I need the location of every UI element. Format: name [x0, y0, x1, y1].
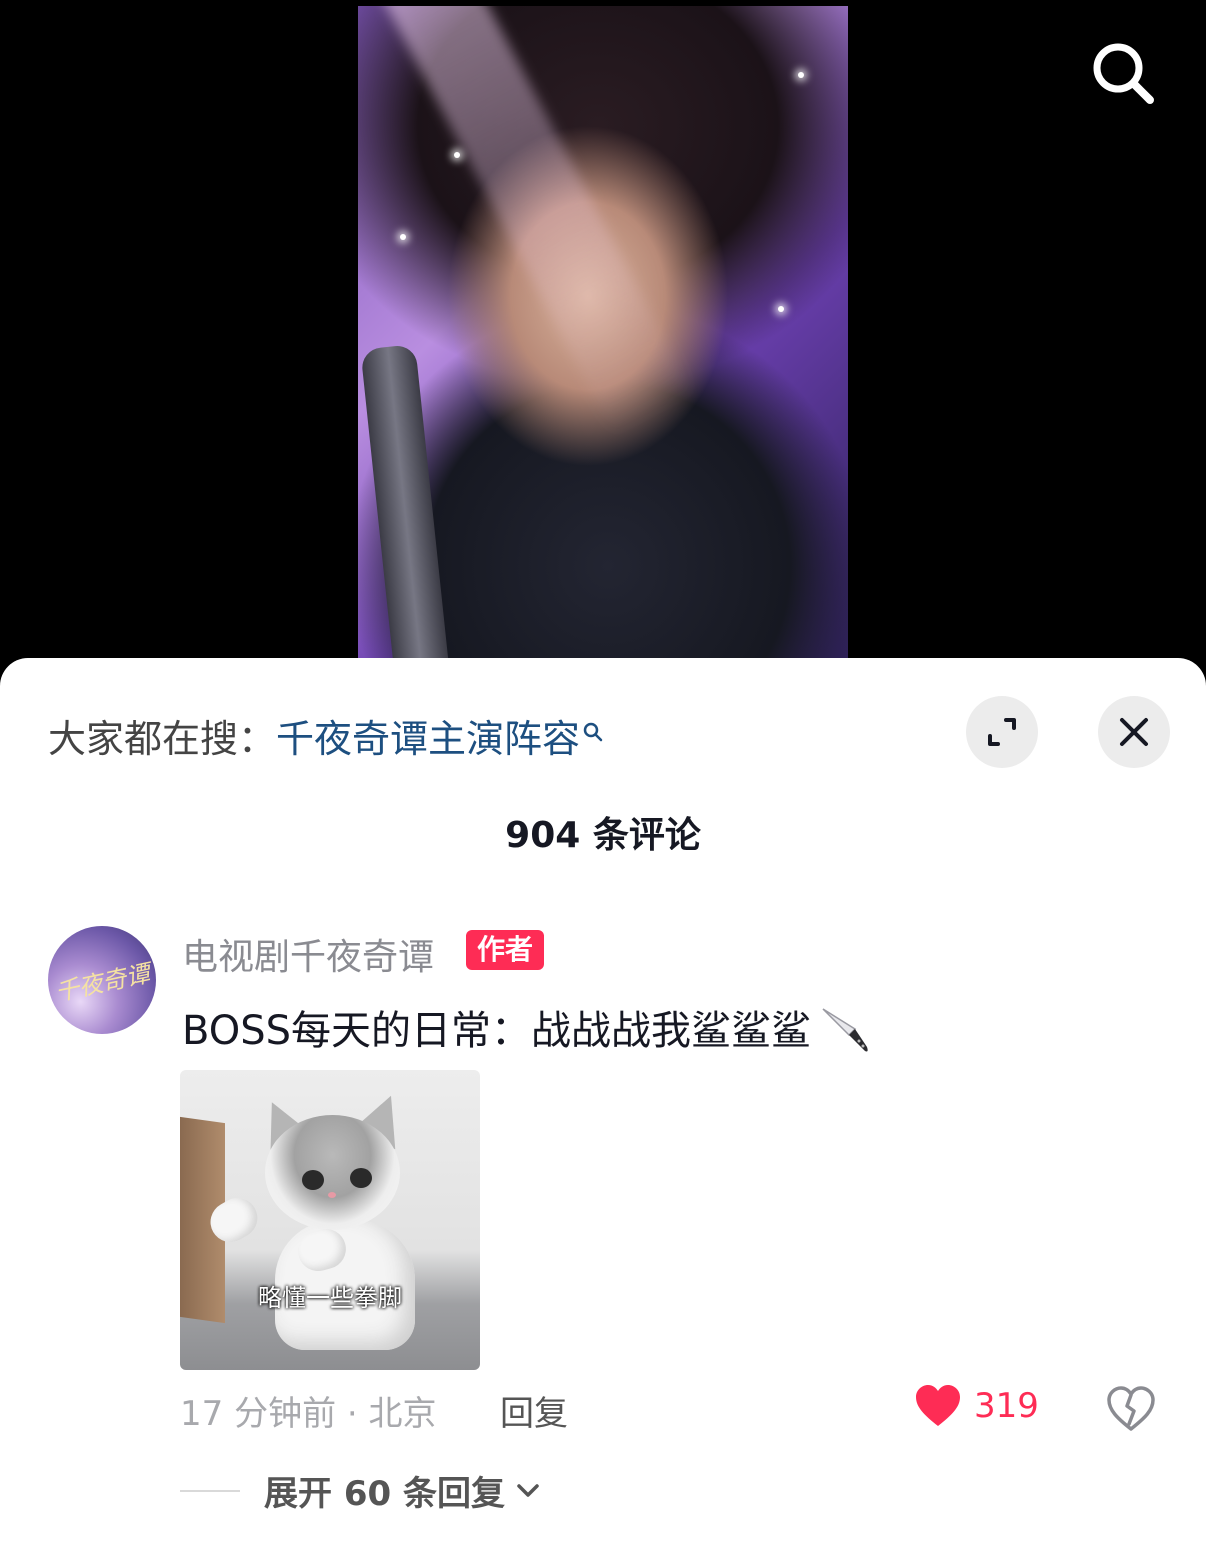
broken-heart-icon — [1107, 1386, 1155, 1431]
expand-replies-label: 展开 60 条回复 — [264, 1474, 505, 1514]
comment-username[interactable]: 电视剧千夜奇谭 — [182, 928, 434, 980]
video-frame — [358, 6, 848, 686]
avatar-logo-text: 千夜奇谭 — [52, 958, 153, 1007]
divider-line — [180, 1489, 240, 1492]
comment-sheet: 大家都在搜：千夜奇谭主演阵容 904 条评论 千夜奇谭 电视剧千夜奇谭 作者 B… — [0, 658, 1206, 1555]
like-button[interactable]: 319 — [914, 1384, 1039, 1428]
expand-replies-button[interactable]: 展开 60 条回复 — [180, 1466, 543, 1515]
avatar[interactable]: 千夜奇谭 — [48, 926, 156, 1034]
hot-search-prefix: 大家都在搜： — [48, 717, 277, 761]
comment-body: BOSS每天的日常：战战战我鲨鲨鲨 — [182, 1008, 812, 1054]
close-icon — [1120, 718, 1148, 746]
video-player[interactable] — [0, 0, 1206, 700]
chevron-down-icon — [517, 1483, 539, 1497]
heart-icon — [916, 1385, 960, 1426]
comment-sticker-image[interactable]: 略懂一些拳脚 — [180, 1070, 480, 1370]
comment-time-location: 17 分钟前 · 北京 — [180, 1394, 437, 1434]
close-button[interactable] — [1098, 696, 1170, 768]
reply-button[interactable]: 回复 — [500, 1386, 568, 1435]
search-icon[interactable] — [1088, 38, 1158, 108]
comment-count-title: 904 条评论 — [505, 815, 701, 856]
like-count: 319 — [974, 1386, 1039, 1426]
author-badge: 作者 — [466, 930, 545, 970]
expand-button[interactable] — [966, 696, 1038, 768]
hot-search-link[interactable]: 千夜奇谭主演阵容 — [276, 717, 580, 761]
search-small-icon — [582, 708, 604, 752]
dislike-button[interactable] — [1106, 1386, 1156, 1436]
sticker-caption: 略懂一些拳脚 — [258, 1284, 402, 1312]
comment-text: BOSS每天的日常：战战战我鲨鲨鲨 — [182, 998, 873, 1067]
hot-search-bar: 大家都在搜：千夜奇谭主演阵容 — [48, 708, 604, 763]
knife-emoji-icon — [815, 999, 873, 1067]
expand-icon — [988, 718, 1016, 746]
